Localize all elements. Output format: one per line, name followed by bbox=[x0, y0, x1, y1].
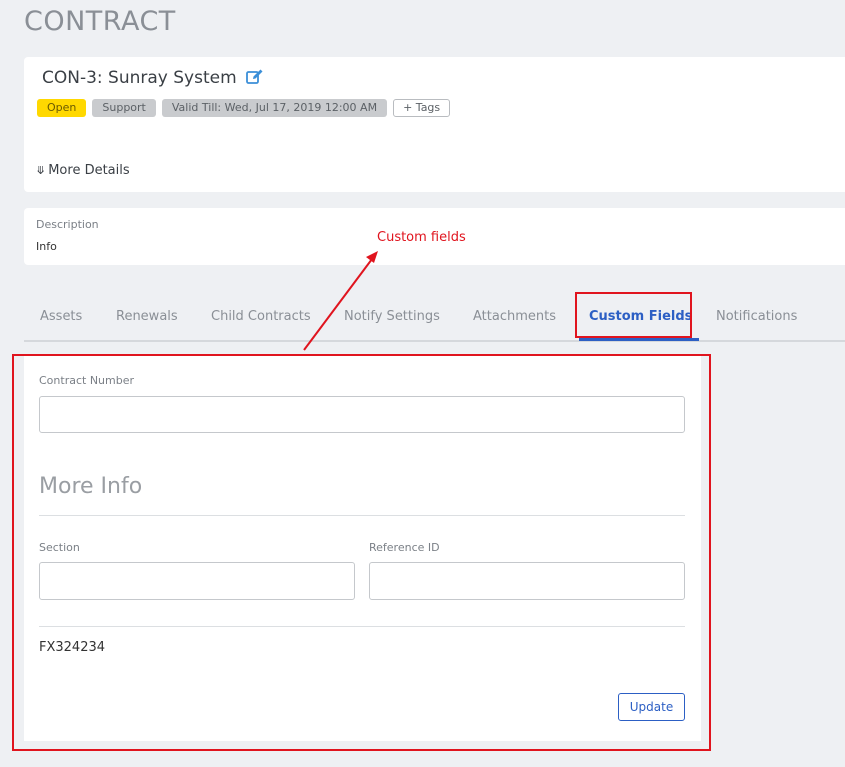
double-chevron-down-icon: ⤋ bbox=[36, 164, 46, 177]
description-label: Description bbox=[36, 218, 99, 231]
tab-bar: Assets Renewals Child Contracts Notify S… bbox=[24, 293, 845, 342]
type-badge: Support bbox=[92, 99, 156, 117]
annotation-label: Custom fields bbox=[377, 230, 466, 245]
tab-child-contracts[interactable]: Child Contracts bbox=[211, 309, 311, 324]
active-tab-indicator bbox=[579, 338, 699, 341]
tab-renewals[interactable]: Renewals bbox=[116, 309, 178, 324]
badge-row: Open Support Valid Till: Wed, Jul 17, 20… bbox=[37, 99, 451, 117]
more-details-label: More Details bbox=[48, 163, 130, 178]
tab-annotation-box bbox=[575, 292, 692, 338]
tab-assets[interactable]: Assets bbox=[40, 309, 82, 324]
panel-annotation-box bbox=[12, 354, 711, 751]
add-tags-button[interactable]: + Tags bbox=[393, 99, 451, 117]
tab-attachments[interactable]: Attachments bbox=[473, 309, 556, 324]
description-value: Info bbox=[36, 240, 57, 253]
tab-notifications[interactable]: Notifications bbox=[716, 309, 797, 324]
contract-title: CON-3: Sunray System bbox=[42, 68, 264, 90]
contract-name-text: CON-3: Sunray System bbox=[42, 68, 237, 88]
more-details-toggle[interactable]: ⤋ More Details bbox=[36, 163, 130, 178]
status-badge: Open bbox=[37, 99, 87, 117]
valid-till-badge: Valid Till: Wed, Jul 17, 2019 12:00 AM bbox=[161, 99, 388, 117]
edit-icon[interactable] bbox=[246, 69, 264, 90]
contract-header-card: CON-3: Sunray System Open Support Valid … bbox=[24, 57, 845, 192]
page-title: CONTRACT bbox=[24, 6, 176, 37]
tab-notify-settings[interactable]: Notify Settings bbox=[344, 309, 440, 324]
